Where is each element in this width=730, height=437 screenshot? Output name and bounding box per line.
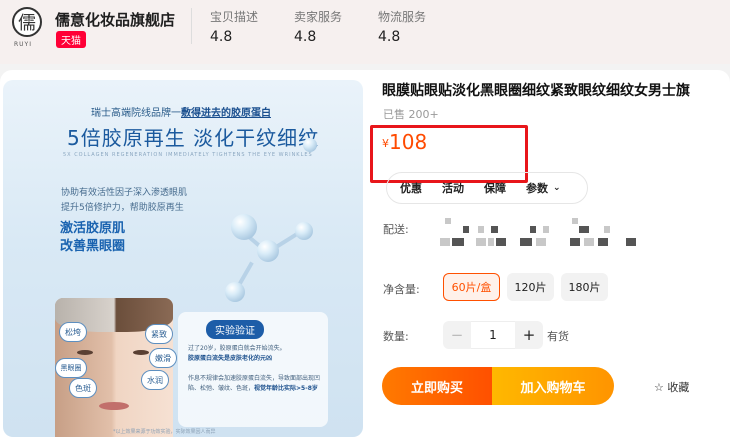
image-footnote: *以上效果来源于功效实验，实际效果因人而异 <box>113 429 216 435</box>
tagline-highlight: 敷得进去的胶原蛋白 <box>181 108 271 119</box>
verify-text-bold: 视觉年龄比实际>5-8岁 <box>254 385 318 392</box>
buy-now-button[interactable]: 立即购买 <box>382 367 492 405</box>
shop-name[interactable]: 儒意化妆品旗舰店 <box>55 9 175 30</box>
image-tag: 松垮 <box>59 322 87 342</box>
add-to-cart-button[interactable]: 加入购物车 <box>492 367 614 405</box>
tab-activity[interactable]: 活动 <box>442 180 464 196</box>
face-eye <box>77 350 93 355</box>
verify-point-2: 作息不规律会加速胶原蛋白流失，导致面部出现凹陷、松弛、皱纹、色斑，视觉年龄比实际… <box>188 374 324 394</box>
product-title: 眼膜贴眼贴淡化黑眼圈细纹紧致眼纹细纹女男士旗 <box>382 83 690 99</box>
stock-status: 有货 <box>547 330 569 343</box>
verify-panel: 实验验证 过了20岁，胶原蛋白就会开始流失。 胶原蛋白流失是皮肤老化的元凶 作息不… <box>178 312 328 427</box>
stat-description: 宝贝描述 4.8 <box>210 8 258 45</box>
image-tag: 嫩滑 <box>149 348 177 368</box>
tab-discount[interactable]: 优惠 <box>400 180 422 196</box>
tmall-badge: 天猫 <box>56 31 86 48</box>
molecule-sphere <box>295 222 313 240</box>
header-divider <box>191 8 192 44</box>
stat-label: 物流服务 <box>378 10 427 24</box>
stat-value: 4.8 <box>378 29 401 45</box>
molecule-sphere <box>303 138 317 152</box>
qty-label: 数量: <box>383 330 409 343</box>
qty-plus-button[interactable]: + <box>515 321 543 349</box>
sold-count: 已售 200+ <box>383 108 439 121</box>
face-lip <box>99 402 129 410</box>
tagline-prefix: 瑞士高端院线品牌一 <box>91 108 181 119</box>
stat-label: 卖家服务 <box>294 10 343 24</box>
molecule-sphere <box>231 214 257 240</box>
verify-text: 过了20岁，胶原蛋白就会开始流失。 <box>188 345 286 352</box>
image-headline: 5倍胶原再生 淡化干纹细纹 <box>67 126 320 150</box>
size-option-60[interactable]: 60片/盒 <box>443 273 500 301</box>
stat-label: 宝贝描述 <box>210 10 259 24</box>
verify-title: 实验验证 <box>206 320 264 339</box>
size-option-120[interactable]: 120片 <box>507 273 554 301</box>
image-features: 激活胶原肌 改善黑眼圈 <box>60 220 125 256</box>
shop-logo[interactable]: 儒 <box>12 7 42 37</box>
image-tag: 紧致 <box>145 324 173 344</box>
feature-line: 激活胶原肌 <box>60 221 126 236</box>
feature-line: 改善黑眼圈 <box>60 239 126 254</box>
desc-line: 提升5倍修护力，帮助胶原再生 <box>61 203 184 213</box>
qty-input[interactable]: 1 <box>471 321 515 349</box>
stat-seller-service: 卖家服务 4.8 <box>294 8 342 45</box>
favorite-button[interactable]: ☆ 收藏 <box>654 379 689 395</box>
face-eye <box>133 350 149 355</box>
stat-logistics: 物流服务 4.8 <box>378 8 426 45</box>
image-tagline: 瑞士高端院线品牌一敷得进去的胶原蛋白 <box>91 104 271 119</box>
image-tag: 水润 <box>141 370 169 390</box>
tab-guarantee[interactable]: 保障 <box>484 180 506 196</box>
stat-value: 4.8 <box>210 29 233 45</box>
molecule-sphere <box>225 282 245 302</box>
molecule-sphere <box>257 240 279 262</box>
product-main-image[interactable]: 瑞士高端院线品牌一敷得进去的胶原蛋白 5倍胶原再生 淡化干纹细纹 5X COLL… <box>3 80 363 437</box>
shipping-label: 配送: <box>383 223 409 236</box>
image-desc: 协助有效活性因子深入渗透眼肌 提升5倍修护力，帮助胶原再生 <box>61 186 187 216</box>
shop-logo-char: 儒 <box>18 13 36 34</box>
shop-logo-sub: RUYI <box>14 41 32 48</box>
chevron-down-icon[interactable]: ⌄ <box>553 183 561 193</box>
image-tag: 色斑 <box>69 378 97 398</box>
quantity-stepper: − 1 + <box>443 321 543 349</box>
image-en-line: 5X COLLAGEN REGENERATION IMMEDIATELY TIG… <box>63 152 313 158</box>
tab-params[interactable]: 参数 <box>526 180 548 196</box>
size-label: 净含量: <box>383 283 420 296</box>
desc-line: 协助有效活性因子深入渗透眼肌 <box>61 188 188 198</box>
verify-point-1: 过了20岁，胶原蛋白就会开始流失。 胶原蛋白流失是皮肤老化的元凶 <box>188 344 324 364</box>
detail-tabs: 优惠 活动 保障 参数 ⌄ <box>386 172 588 204</box>
qty-minus-button[interactable]: − <box>443 321 471 349</box>
verify-text-bold: 胶原蛋白流失是皮肤老化的元凶 <box>188 355 273 362</box>
image-tag: 黑眼圈 <box>55 358 87 378</box>
stat-value: 4.8 <box>294 29 317 45</box>
size-option-180[interactable]: 180片 <box>561 273 608 301</box>
shop-header: 儒 RUYI 儒意化妆品旗舰店 天猫 宝贝描述 4.8 卖家服务 4.8 物流服… <box>0 0 730 64</box>
